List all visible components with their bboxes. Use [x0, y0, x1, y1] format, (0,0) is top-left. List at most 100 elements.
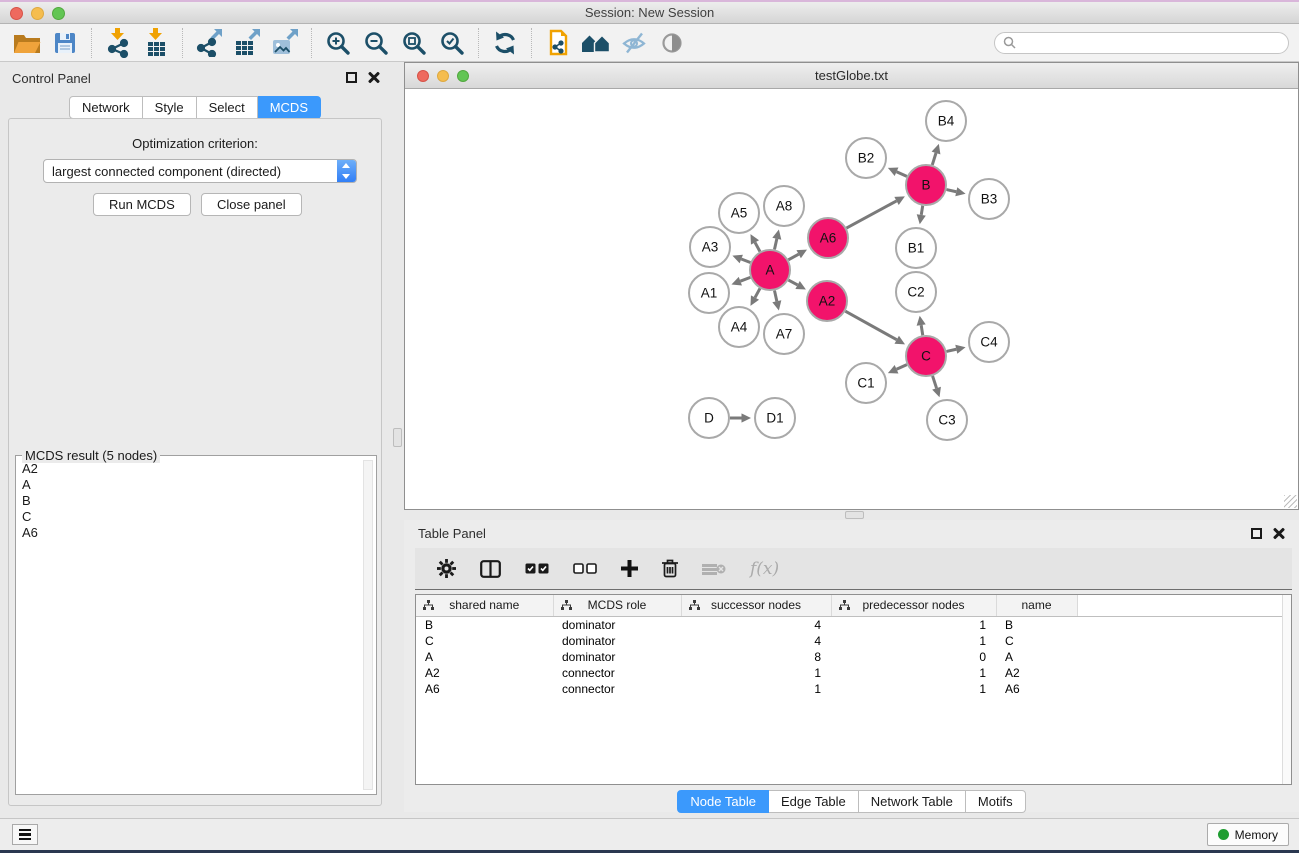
- graph-node-B1[interactable]: B1: [896, 228, 936, 268]
- table-cell[interactable]: 1: [681, 665, 831, 681]
- minimize-window-light[interactable]: [31, 7, 44, 20]
- table-cell[interactable]: 4: [681, 616, 831, 633]
- tab-node-table[interactable]: Node Table: [677, 790, 769, 813]
- close-panel-icon[interactable]: [368, 71, 380, 83]
- close-window-light[interactable]: [417, 70, 429, 82]
- table-row[interactable]: Adominator80A: [416, 649, 1284, 665]
- close-panel-icon[interactable]: [1273, 527, 1285, 539]
- horizontal-split-handle[interactable]: [845, 511, 864, 519]
- network-canvas[interactable]: B4B2BB3A8A5A6A3B1AC2A1A2A4A7C4CC1C3DD1: [405, 89, 1298, 509]
- mcds-result-item[interactable]: A: [18, 477, 362, 493]
- memory-button[interactable]: Memory: [1207, 823, 1289, 846]
- tab-edge-table[interactable]: Edge Table: [769, 790, 859, 813]
- graph-edge-C-C3[interactable]: [933, 376, 937, 388]
- graph-edge-C-C4[interactable]: [946, 349, 956, 351]
- table-cell[interactable]: 1: [681, 681, 831, 697]
- column-header-shared-name[interactable]: shared name: [416, 595, 553, 616]
- table-cell[interactable]: C: [416, 633, 553, 649]
- apply-layout-button[interactable]: [486, 27, 524, 59]
- close-panel-button[interactable]: Close panel: [201, 193, 302, 216]
- table-cell[interactable]: 1: [831, 665, 996, 681]
- tab-network[interactable]: Network: [69, 96, 143, 119]
- table-cell[interactable]: A: [996, 649, 1077, 665]
- mcds-result-item[interactable]: A6: [18, 525, 362, 541]
- home-button[interactable]: [577, 27, 615, 59]
- table-cell[interactable]: B: [996, 616, 1077, 633]
- column-header-predecessor-nodes[interactable]: predecessor nodes: [831, 595, 996, 616]
- mcds-result-item[interactable]: A2: [18, 461, 362, 477]
- table-cell[interactable]: A: [416, 649, 553, 665]
- graph-edge-A-A2[interactable]: [788, 280, 797, 285]
- graph-edge-B-B3[interactable]: [946, 190, 956, 192]
- graph-node-B4[interactable]: B4: [926, 101, 966, 141]
- graph-node-A3[interactable]: A3: [690, 227, 730, 267]
- graph-edge-A2-C[interactable]: [845, 311, 896, 340]
- export-image-button[interactable]: [266, 27, 304, 59]
- close-window-light[interactable]: [10, 7, 23, 20]
- table-cell[interactable]: dominator: [553, 649, 681, 665]
- graph-edge-C-C2[interactable]: [921, 325, 923, 335]
- graph-node-A1[interactable]: A1: [689, 273, 729, 313]
- graph-node-B3[interactable]: B3: [969, 179, 1009, 219]
- graph-node-A5[interactable]: A5: [719, 193, 759, 233]
- table-cell[interactable]: A2: [416, 665, 553, 681]
- table-settings-button[interactable]: [437, 559, 456, 578]
- graph-node-C[interactable]: C: [906, 336, 946, 376]
- table-cell[interactable]: 1: [831, 616, 996, 633]
- table-cell[interactable]: A6: [996, 681, 1077, 697]
- table-cell[interactable]: A2: [996, 665, 1077, 681]
- table-cell[interactable]: dominator: [553, 633, 681, 649]
- delete-column-button[interactable]: [662, 559, 678, 578]
- table-row[interactable]: Cdominator41C: [416, 633, 1284, 649]
- tab-style[interactable]: Style: [143, 96, 197, 119]
- graph-svg[interactable]: B4B2BB3A8A5A6A3B1AC2A1A2A4A7C4CC1C3DD1: [405, 89, 1298, 509]
- function-builder-button[interactable]: f(x): [750, 559, 779, 579]
- table-cell[interactable]: 1: [831, 633, 996, 649]
- zoom-in-button[interactable]: [319, 27, 357, 59]
- graph-edge-B-B2[interactable]: [897, 172, 907, 177]
- import-network-button[interactable]: [99, 27, 137, 59]
- graph-edge-A-A6[interactable]: [788, 254, 798, 260]
- mcds-result-item[interactable]: C: [18, 509, 362, 525]
- tab-network-table[interactable]: Network Table: [859, 790, 966, 813]
- delete-table-button[interactable]: [702, 562, 726, 576]
- table-cell[interactable]: 8: [681, 649, 831, 665]
- zoom-window-light[interactable]: [52, 7, 65, 20]
- graph-edge-B-B1[interactable]: [921, 206, 922, 215]
- table-cell[interactable]: connector: [553, 681, 681, 697]
- table-cell[interactable]: 0: [831, 649, 996, 665]
- graph-edge-A6-B[interactable]: [846, 201, 896, 228]
- float-panel-icon[interactable]: [1251, 528, 1262, 539]
- graph-edge-A-A3[interactable]: [741, 259, 750, 262]
- table-scrollbar[interactable]: [1282, 595, 1291, 784]
- mcds-result-item[interactable]: B: [18, 493, 362, 509]
- float-panel-icon[interactable]: [346, 72, 357, 83]
- graph-node-A7[interactable]: A7: [764, 314, 804, 354]
- graph-node-B[interactable]: B: [906, 165, 946, 205]
- graph-edge-A-A5[interactable]: [755, 242, 760, 251]
- graph-edge-B-B4[interactable]: [932, 153, 936, 165]
- graph-node-B2[interactable]: B2: [846, 138, 886, 178]
- graph-node-A6[interactable]: A6: [808, 218, 848, 258]
- deselect-all-button[interactable]: [573, 563, 597, 574]
- zoom-out-button[interactable]: [357, 27, 395, 59]
- column-header-name[interactable]: name: [996, 595, 1077, 616]
- hide-details-button[interactable]: [615, 27, 653, 59]
- table-cell[interactable]: A6: [416, 681, 553, 697]
- graph-edge-A-A1[interactable]: [740, 277, 750, 281]
- tab-select[interactable]: Select: [197, 96, 258, 119]
- criterion-select[interactable]: largest connected component (directed): [43, 159, 357, 183]
- graph-node-C2[interactable]: C2: [896, 272, 936, 312]
- zoom-fit-button[interactable]: [395, 27, 433, 59]
- run-mcds-button[interactable]: Run MCDS: [93, 193, 191, 216]
- graph-node-C3[interactable]: C3: [927, 400, 967, 440]
- table-cell[interactable]: B: [416, 616, 553, 633]
- network-window-titlebar[interactable]: testGlobe.txt: [405, 63, 1298, 89]
- table-row[interactable]: A6connector11A6: [416, 681, 1284, 697]
- graph-node-A[interactable]: A: [750, 250, 790, 290]
- graph-edge-A-A4[interactable]: [755, 288, 760, 297]
- graph-node-A8[interactable]: A8: [764, 186, 804, 226]
- export-network-button[interactable]: [190, 27, 228, 59]
- duplicate-network-button[interactable]: [539, 27, 577, 59]
- graph-node-A4[interactable]: A4: [719, 307, 759, 347]
